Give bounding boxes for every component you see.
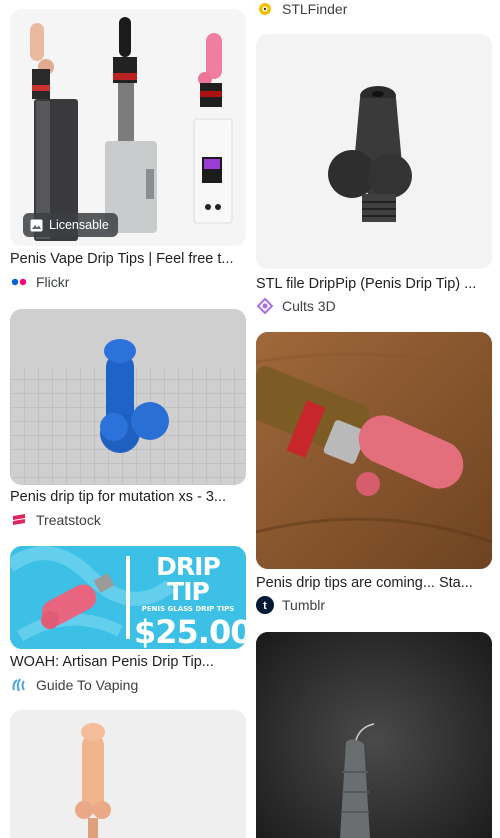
vape-devices-image (10, 9, 246, 246)
result-source[interactable]: Guide To Vaping (10, 676, 138, 694)
result-thumbnail[interactable]: DRIP TIP PENIS GLASS DRIP TIPS $25.00 (10, 546, 246, 649)
result-thumbnail[interactable] (10, 309, 246, 485)
guide-to-vaping-icon (10, 676, 28, 694)
stlfinder-icon (256, 0, 274, 18)
result-thumbnail[interactable] (256, 332, 492, 569)
treatstock-icon (10, 511, 28, 529)
result-title[interactable]: WOAH: Artisan Penis Drip Tip... (10, 653, 246, 671)
source-name: Flickr (36, 274, 70, 290)
result-title[interactable]: STL file DripPip (Penis Drip Tip) ... (256, 275, 492, 293)
source-name: Treatstock (36, 512, 101, 528)
source-name: Tumblr (282, 597, 326, 613)
result-source[interactable]: Treatstock (10, 511, 101, 529)
result-thumbnail[interactable]: Licensable (10, 9, 246, 246)
banner-subheading: PENIS GLASS DRIP TIPS (141, 605, 235, 613)
pink-tip-on-table-image (256, 332, 492, 569)
result-title[interactable]: Penis drip tips are coming... Sta... (256, 574, 492, 592)
source-name: Guide To Vaping (36, 677, 139, 693)
black-drip-tip-image (256, 34, 492, 269)
peach-drip-tip-image (10, 710, 246, 838)
result-title[interactable]: Penis Vape Drip Tips | Feel free t... (10, 250, 246, 268)
result-source[interactable]: t Tumblr (256, 596, 325, 614)
banner-heading: DRIP TIP (156, 552, 221, 606)
result-thumbnail[interactable] (256, 632, 492, 838)
cults3d-icon (256, 297, 274, 315)
source-name: STLFinder (282, 1, 348, 17)
result-source[interactable]: Flickr (10, 273, 69, 291)
licensable-badge[interactable]: Licensable (23, 213, 118, 237)
grey-3d-print-image (256, 632, 492, 838)
image-icon (30, 219, 43, 232)
source-name: Cults 3D (282, 298, 336, 314)
banner-price: $25.00 (134, 613, 246, 649)
tumblr-icon: t (256, 596, 274, 614)
licensable-label: Licensable (49, 218, 109, 232)
result-source[interactable]: STLFinder (256, 0, 347, 18)
result-thumbnail[interactable] (10, 710, 246, 838)
svg-text:t: t (263, 600, 267, 612)
result-source[interactable]: Cults 3D (256, 297, 336, 315)
blue-3d-model-image (10, 309, 246, 485)
result-thumbnail[interactable] (256, 34, 492, 269)
flickr-icon (10, 273, 28, 291)
result-title[interactable]: Penis drip tip for mutation xs - 3... (10, 488, 246, 506)
